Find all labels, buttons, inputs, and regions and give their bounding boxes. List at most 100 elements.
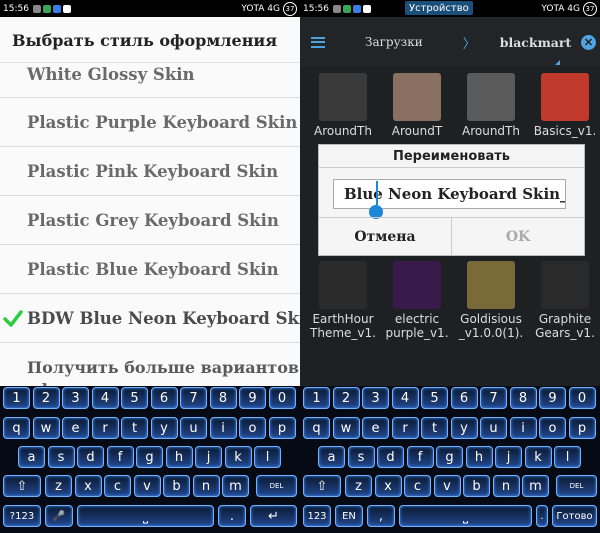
skin-option[interactable]: Plastic Blue Keyboard Skin (0, 245, 300, 294)
letter-key[interactable]: x (74, 475, 102, 497)
letter-key[interactable]: r (391, 417, 419, 439)
letter-key[interactable]: y (450, 417, 478, 439)
symbols-key[interactable]: ?123 (3, 505, 41, 527)
file-item[interactable]: EarthHour Theme_v1. (308, 261, 378, 358)
letter-key[interactable]: g (136, 446, 163, 468)
letter-key[interactable]: m (222, 475, 249, 497)
letter-key[interactable]: v (433, 475, 461, 497)
letter-key[interactable]: e (362, 417, 389, 439)
letter-key[interactable]: o (239, 417, 266, 439)
number-key[interactable]: 0 (268, 387, 296, 409)
letter-key[interactable]: z (45, 475, 72, 497)
letter-key[interactable]: l (254, 446, 281, 468)
letter-key[interactable]: i (209, 417, 237, 439)
skin-option[interactable]: Plastic Pink Keyboard Skin (0, 147, 300, 196)
letter-key[interactable]: a (18, 446, 45, 468)
letter-key[interactable]: c (104, 475, 131, 497)
breadcrumb-downloads[interactable]: Загрузки (365, 35, 423, 49)
letter-key[interactable]: z (345, 475, 372, 497)
letter-key[interactable]: p (268, 417, 296, 439)
letter-key[interactable]: m (522, 475, 549, 497)
done-key[interactable]: Готово (552, 505, 597, 527)
number-key[interactable]: 0 (568, 387, 596, 409)
number-key[interactable]: 1 (3, 387, 30, 409)
letter-key[interactable]: e (62, 417, 89, 439)
symbols-key[interactable]: 123 (303, 505, 331, 527)
number-key[interactable]: 4 (91, 387, 119, 409)
period-key[interactable]: . (536, 505, 548, 527)
skin-option[interactable]: BDW Blue Neon Keyboard Skin (0, 294, 300, 343)
letter-key[interactable]: n (192, 475, 220, 497)
menu-icon[interactable] (311, 36, 325, 48)
number-key[interactable]: 4 (391, 387, 419, 409)
breadcrumb-blackmart[interactable]: blackmart (500, 35, 572, 50)
letter-key[interactable]: a (318, 446, 345, 468)
number-key[interactable]: 1 (303, 387, 330, 409)
letter-key[interactable]: d (77, 446, 104, 468)
number-key[interactable]: 8 (509, 387, 537, 409)
letter-key[interactable]: q (303, 417, 330, 439)
letter-key[interactable]: k (224, 446, 252, 468)
letter-key[interactable]: u (480, 417, 507, 439)
ok-button[interactable]: OK (452, 218, 584, 255)
letter-key[interactable]: u (180, 417, 207, 439)
number-key[interactable]: 9 (239, 387, 266, 409)
skin-option[interactable]: Plastic Grey Keyboard Skin (0, 196, 300, 245)
number-key[interactable]: 9 (539, 387, 566, 409)
number-key[interactable]: 7 (480, 387, 507, 409)
letter-key[interactable]: g (436, 446, 463, 468)
letter-key[interactable]: v (133, 475, 161, 497)
enter-key[interactable]: ↵ (250, 505, 297, 527)
letter-key[interactable]: q (3, 417, 30, 439)
letter-key[interactable]: l (554, 446, 581, 468)
letter-key[interactable]: t (121, 417, 148, 439)
number-key[interactable]: 7 (180, 387, 207, 409)
number-key[interactable]: 2 (332, 387, 360, 409)
letter-key[interactable]: h (165, 446, 193, 468)
letter-key[interactable]: c (404, 475, 431, 497)
letter-key[interactable]: o (539, 417, 566, 439)
letter-key[interactable]: h (465, 446, 493, 468)
language-key[interactable]: EN (335, 505, 363, 527)
number-key[interactable]: 2 (32, 387, 60, 409)
letter-key[interactable]: s (47, 446, 75, 468)
mic-key[interactable]: 🎤 (45, 505, 73, 527)
letter-key[interactable]: x (374, 475, 402, 497)
filename-input[interactable]: Blue Neon Keyboard Skin_v1.0. (333, 179, 566, 209)
letter-key[interactable]: f (406, 446, 434, 468)
delete-key[interactable]: DEL (556, 475, 597, 497)
letter-key[interactable]: s (347, 446, 375, 468)
number-key[interactable]: 6 (450, 387, 478, 409)
period-key[interactable]: . (218, 505, 246, 527)
letter-key[interactable]: p (568, 417, 596, 439)
space-key[interactable]: ⎵ (399, 505, 532, 527)
letter-key[interactable]: w (332, 417, 360, 439)
letter-key[interactable]: j (495, 446, 522, 468)
number-key[interactable]: 5 (121, 387, 148, 409)
close-icon[interactable]: ✕ (581, 35, 596, 50)
letter-key[interactable]: r (91, 417, 119, 439)
comma-key[interactable]: , (367, 505, 395, 527)
number-key[interactable]: 8 (209, 387, 237, 409)
letter-key[interactable]: y (150, 417, 178, 439)
file-item[interactable]: electric purple_v1. (382, 261, 452, 358)
letter-key[interactable]: w (32, 417, 60, 439)
shift-key[interactable]: ⇧ (303, 475, 341, 497)
skin-option[interactable]: White Glossy Skin (0, 49, 300, 98)
letter-key[interactable]: d (377, 446, 404, 468)
cancel-button[interactable]: Отмена (319, 218, 452, 255)
letter-key[interactable]: k (524, 446, 552, 468)
letter-key[interactable]: t (421, 417, 448, 439)
letter-key[interactable]: n (492, 475, 520, 497)
letter-key[interactable]: b (463, 475, 490, 497)
file-item[interactable]: Graphite Gears_v1. (530, 261, 600, 358)
file-item[interactable]: Goldisious _v1.0.0(1). (456, 261, 526, 358)
shift-key[interactable]: ⇧ (3, 475, 41, 497)
skin-option[interactable]: Plastic Purple Keyboard Skin (0, 98, 300, 147)
number-key[interactable]: 6 (150, 387, 178, 409)
space-key[interactable]: ⎵ (77, 505, 214, 527)
number-key[interactable]: 3 (62, 387, 89, 409)
number-key[interactable]: 5 (421, 387, 448, 409)
letter-key[interactable]: i (509, 417, 537, 439)
letter-key[interactable]: j (195, 446, 222, 468)
